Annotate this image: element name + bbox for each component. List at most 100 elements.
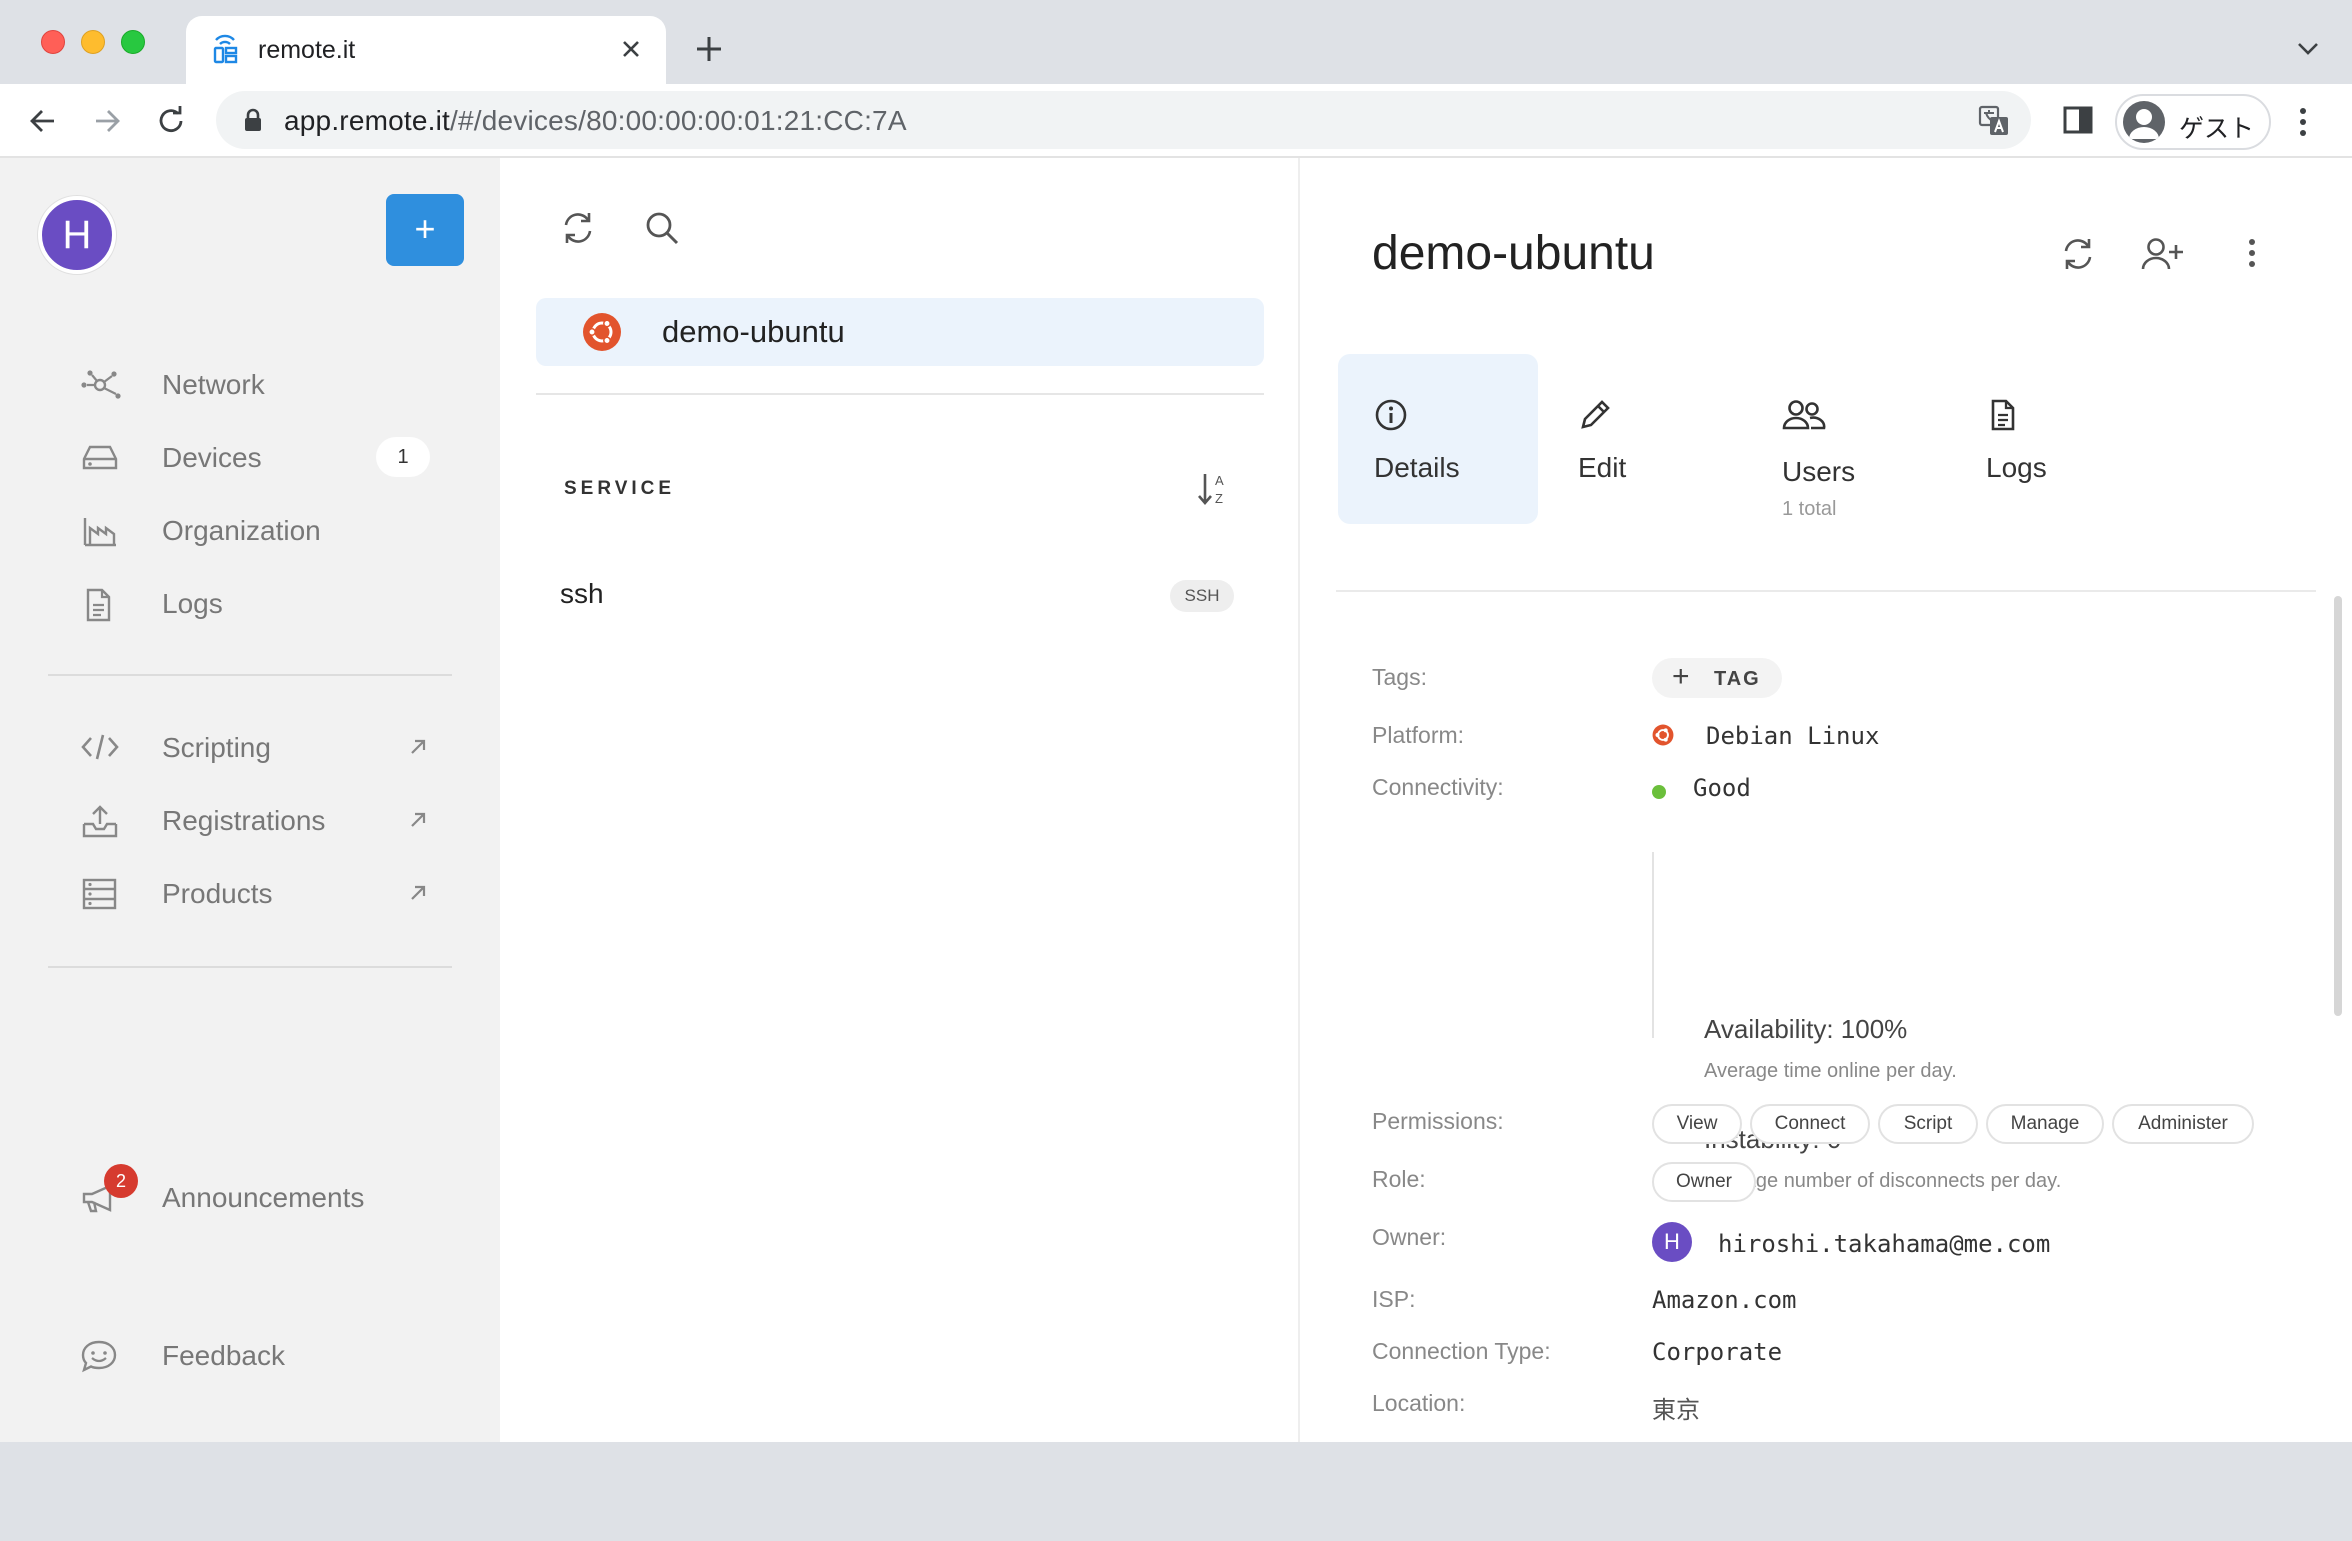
devices-count-badge: 1 (376, 437, 430, 477)
external-link-arrow-icon (408, 737, 428, 757)
refresh-icon[interactable] (2060, 236, 2096, 272)
search-icon[interactable] (644, 210, 680, 246)
more-vert-icon[interactable] (2246, 236, 2258, 270)
devices-icon (80, 441, 120, 473)
device-name: demo-ubuntu (662, 314, 845, 349)
tab-edit[interactable]: Edit (1542, 354, 1742, 524)
announcements-count-badge: 2 (104, 1164, 138, 1198)
document-icon (1986, 398, 2020, 432)
location-value: 東京 (1652, 1397, 1700, 1424)
instability-sub: Average number of disconnects per day. (1704, 1170, 2062, 1192)
sidebar-item-feedback-hidden (80, 1485, 450, 1541)
new-tab-icon[interactable] (693, 33, 725, 65)
close-tab-icon[interactable] (616, 34, 646, 64)
products-icon (80, 877, 120, 911)
users-icon (1782, 398, 1826, 432)
pencil-icon (1578, 398, 1612, 432)
profile-label: ゲスト (2179, 115, 2255, 143)
connectivity-label: Connectivity: (1372, 774, 1504, 800)
side-panel-icon[interactable] (2062, 105, 2094, 135)
sidebar-item-devices[interactable]: Devices 1 (80, 429, 450, 485)
profile-button[interactable]: ゲスト (2115, 94, 2271, 150)
organization-icon (80, 514, 120, 548)
svg-text:Z: Z (1215, 491, 1223, 506)
role-label: Role: (1372, 1166, 1426, 1192)
tab-users[interactable]: Users 1 total (1746, 354, 1946, 524)
sidebar-item-label: Logs (162, 588, 223, 619)
sidebar-item-products[interactable]: Products (80, 865, 450, 921)
maximize-window-button[interactable] (121, 30, 145, 54)
sidebar-item-label: Organization (162, 515, 321, 546)
code-icon (80, 731, 120, 763)
back-arrow-icon[interactable] (26, 104, 60, 138)
info-icon (1374, 398, 1408, 432)
ubuntu-logo-icon (1652, 724, 1674, 746)
translate-icon[interactable] (1978, 105, 2010, 137)
sidebar-item-label: Registrations (162, 805, 326, 836)
svg-text:A: A (1215, 473, 1224, 488)
permission-chip-connect: Connect (1750, 1104, 1870, 1144)
sidebar-item-label: Scripting (162, 732, 271, 763)
chrome-menu-icon[interactable] (2297, 106, 2309, 138)
tab-label: Logs (1986, 452, 2047, 483)
tab-search-chevron-icon[interactable] (2294, 38, 2322, 58)
url-text: app.remote.it/#/devices/80:00:00:00:01:2… (284, 105, 907, 136)
add-user-icon[interactable] (2140, 236, 2184, 272)
tab-logs[interactable]: Logs (1950, 354, 2150, 524)
minimize-window-button[interactable] (81, 30, 105, 54)
connectivity-status-dot (1652, 785, 1666, 799)
permission-chip-view: View (1652, 1104, 1742, 1144)
remoteit-favicon-icon (210, 34, 240, 64)
isp-value: Amazon.com (1652, 1286, 1797, 1314)
sidebar-item-scripting[interactable]: Scripting (80, 719, 450, 775)
platform-label: Platform: (1372, 722, 1465, 748)
tab-label: Edit (1578, 452, 1627, 483)
tab-label: Users (1782, 456, 1856, 487)
platform-value: Debian Linux (1706, 722, 1880, 750)
sidebar: H + Network Devices 1 Organization Logs … (0, 158, 500, 1442)
sidebar-item-logs[interactable]: Logs (80, 575, 450, 631)
device-list-item[interactable]: demo-ubuntu (536, 298, 1264, 366)
add-device-button[interactable]: + (386, 194, 464, 266)
connection-type-value: Corporate (1652, 1338, 1783, 1366)
role-chip: Owner (1652, 1162, 1756, 1202)
logs-icon (80, 587, 116, 623)
owner-email: hiroshi.takahama@me.com (1718, 1230, 2051, 1258)
forward-arrow-icon[interactable] (90, 104, 124, 138)
address-bar[interactable]: app.remote.it/#/devices/80:00:00:00:01:2… (216, 91, 2031, 149)
close-window-button[interactable] (41, 30, 65, 54)
guest-avatar-icon (2123, 101, 2165, 143)
reload-icon[interactable] (154, 104, 188, 138)
sidebar-divider (48, 674, 452, 676)
browser-tab-active[interactable]: remote.it (186, 16, 666, 84)
tab-details[interactable]: Details (1338, 354, 1538, 524)
sidebar-item-feedback[interactable]: Feedback (80, 1327, 450, 1383)
browser-toolbar: app.remote.it/#/devices/80:00:00:00:01:2… (0, 84, 2352, 158)
lock-icon[interactable] (243, 108, 263, 132)
tab-label: Details (1374, 452, 1460, 483)
users-total-count: 1 total (1782, 498, 1837, 520)
sidebar-item-organization[interactable]: Organization (80, 502, 450, 558)
sort-alpha-icon[interactable]: AZ (1196, 470, 1230, 508)
network-icon (80, 368, 124, 400)
sidebar-item-label: Announcements (162, 1182, 365, 1213)
sidebar-item-network[interactable]: Network (80, 356, 450, 412)
sidebar-item-label: Devices (162, 442, 262, 473)
details-scrollbar[interactable] (2334, 596, 2342, 1016)
chat-smile-icon (80, 1339, 118, 1373)
availability-title: Availability: 100% (1704, 1014, 1908, 1044)
add-tag-button[interactable]: + TAG (1652, 658, 1782, 698)
browser-tab-title: remote.it (258, 36, 356, 64)
availability-sub: Average time online per day. (1704, 1060, 1957, 1082)
external-link-arrow-icon (408, 883, 428, 903)
device-details-panel: demo-ubuntu Details Edit Users 1 total L… (1300, 158, 2352, 1442)
user-avatar[interactable]: H (38, 196, 116, 274)
location-label: Location: (1372, 1390, 1466, 1416)
ubuntu-logo-icon (582, 312, 622, 352)
permission-chip-manage: Manage (1986, 1104, 2104, 1144)
details-divider (1336, 590, 2316, 592)
service-name[interactable]: ssh (560, 578, 604, 610)
permission-chip-administer: Administer (2112, 1104, 2254, 1144)
sidebar-item-registrations[interactable]: Registrations (80, 792, 450, 848)
refresh-icon[interactable] (560, 210, 596, 246)
